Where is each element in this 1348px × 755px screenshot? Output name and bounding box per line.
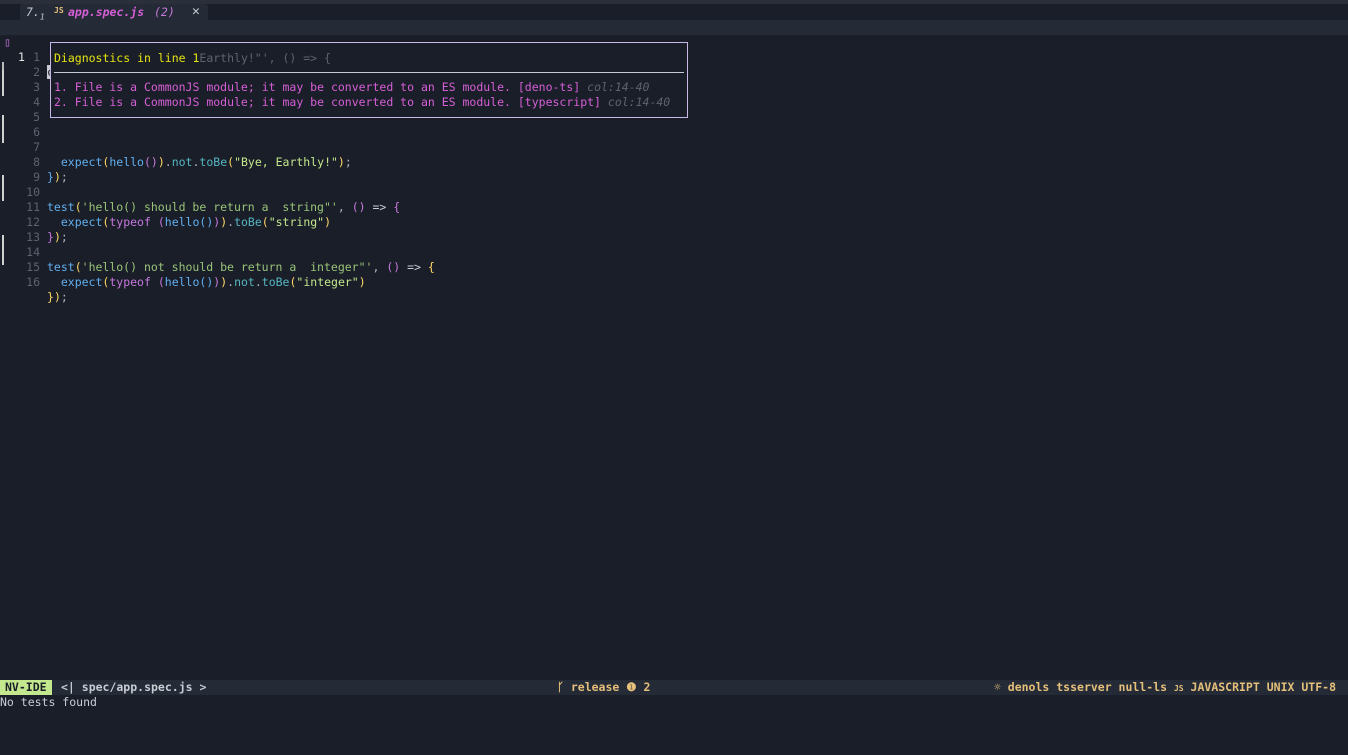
diagnostics-title: Diagnostics in line 1Earthly!"', () => { [54, 51, 331, 65]
code-line[interactable]: 7 expect(hello()).not.toBe("Bye, Earthly… [0, 125, 1348, 169]
mode-indicator: NV-IDE [0, 680, 52, 695]
tab-diagnostic-count: (2) [154, 5, 175, 19]
gear-icon: ☼ [993, 680, 1001, 694]
file-encoding: UTF-8 [1301, 680, 1336, 694]
tab-app-spec[interactable]: 7.1 JS app.spec.js (2) ✕ [20, 4, 208, 22]
tab-title: app.spec.js [68, 5, 145, 19]
filetype: JAVASCRIPT [1190, 680, 1260, 694]
code-text: expect(typeof (hello())).not.toBe("integ… [60, 275, 366, 289]
close-icon[interactable]: ✕ [192, 4, 200, 19]
diagnostics-popup: Diagnostics in line 1Earthly!"', () => {… [50, 42, 688, 118]
tabline: 7.1 JS app.spec.js (2) ✕ [0, 4, 1348, 22]
code-line[interactable]: 8 }); [0, 140, 1348, 184]
info-icon: ❶ [626, 680, 637, 694]
git-gutter-mark [2, 175, 4, 201]
git-gutter-mark [2, 235, 4, 265]
git-gutter-mark [2, 115, 4, 143]
lsp-clients: denols tsserver null-ls [1007, 680, 1168, 694]
git-branch: ᚴ release ❶ 2 [557, 680, 651, 694]
javascript-file-icon: JS [1173, 684, 1184, 693]
code-line[interactable]: 13 [0, 215, 1348, 244]
divider [54, 72, 684, 73]
code-line[interactable]: 16 }); [0, 260, 1348, 304]
command-line-message: No tests found [0, 695, 97, 709]
code-line[interactable]: 9 [0, 155, 1348, 184]
code-line[interactable]: 14 test('hello() not should be return a … [0, 230, 1348, 274]
statusline-right: ☼ denols tsserver null-ls JS JAVASCRIPT … [994, 680, 1336, 696]
code-line[interactable]: 12 }); [0, 200, 1348, 244]
editor-buffer[interactable]: ▯ 1 const hello = require('../src/hello.… [0, 20, 1348, 680]
git-gutter-mark [2, 70, 4, 96]
statusline-file[interactable]: <| spec/app.spec.js > [61, 680, 206, 695]
file-format: UNIX [1266, 680, 1295, 694]
code-line[interactable]: 10 test('hello() should be return a stri… [0, 170, 1348, 214]
code-text: }); [47, 290, 68, 304]
line-number: 16 [26, 275, 40, 289]
tab-index: 7.1 [26, 5, 45, 22]
diagnostic-item[interactable]: 1. File is a CommonJS module; it may be … [54, 80, 649, 94]
code-line[interactable]: 11 expect(typeof (hello())).toBe("string… [0, 185, 1348, 229]
code-line[interactable]: 15 expect(typeof (hello())).not.toBe("in… [0, 245, 1348, 289]
diagnostic-item[interactable]: 2. File is a CommonJS module; it may be … [54, 95, 670, 109]
ghost-code-text: Earthly!"', () => { [199, 51, 331, 65]
git-branch-icon: ᚴ [557, 680, 564, 694]
javascript-file-icon: JS [54, 6, 64, 15]
git-gutter-mark [2, 62, 4, 70]
code-line[interactable]: ▯ 1 const hello = require('../src/hello.… [0, 20, 1348, 79]
statusline: NV-IDE <| spec/app.spec.js > ᚴ release ❶… [0, 680, 1348, 695]
